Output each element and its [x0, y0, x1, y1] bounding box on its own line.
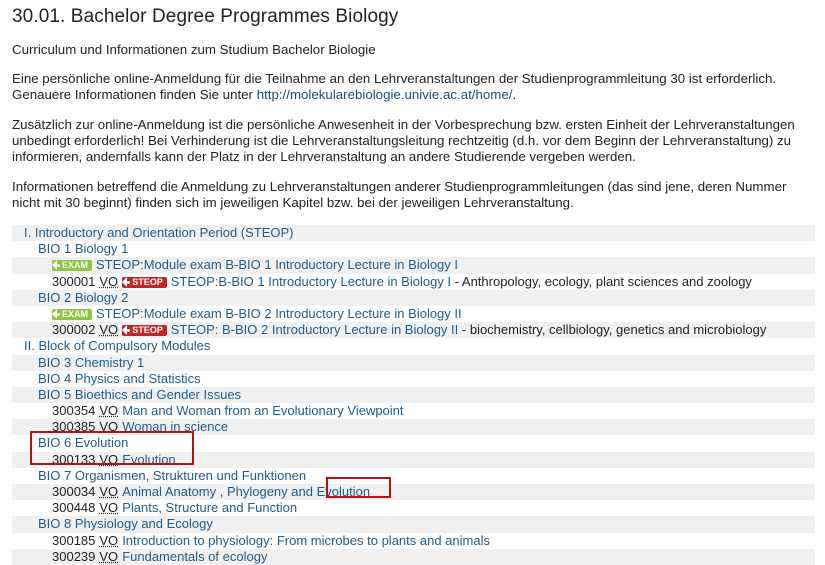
para2-line1: Zusätzlich zur online-Anmeldung ist die …	[12, 117, 795, 132]
course-link-300002[interactable]: STEOP: B-BIO 2 Introductory Lecture in B…	[171, 322, 459, 337]
intro-paragraph-registration: Eine persönliche online-Anmeldung für di…	[12, 71, 815, 103]
tree-module: BIO 4 Physics and Statistics	[12, 371, 815, 387]
para2-line3: informieren, andernfalls kann der Platz …	[12, 149, 636, 164]
course-number: 300002	[52, 322, 96, 338]
tree-module: BIO 8 Physiology and Ecology	[12, 516, 815, 533]
course-description: - biochemistry, cellbiology, genetics an…	[458, 322, 767, 338]
tree-section: II. Block of Compulsory Modules	[12, 338, 815, 354]
course-link-300354[interactable]: Man and Woman from an Evolutionary Viewp…	[122, 403, 403, 418]
course-number: 300239	[52, 548, 96, 564]
tree-module: BIO 1 Biology 1	[12, 241, 815, 257]
tree-course-row: 300034 VO Animal Anatomy , Phylogeny and E…	[12, 484, 815, 501]
course-number: 300448	[52, 500, 96, 516]
section-link-steop[interactable]: I. Introductory and Orientation Period (…	[24, 225, 294, 240]
intro-paragraph-attendance: Zusätzlich zur online-Anmeldung ist die …	[12, 117, 815, 165]
course-tree: I. Introductory and Orientation Period (…	[12, 225, 815, 565]
tree-module: BIO 2 Biology 2	[12, 289, 815, 306]
tree-module: BIO 3 Chemistry 1	[12, 354, 815, 371]
tree-exam-row: EXAM STEOP:Module exam B-BIO 1 Introducto…	[12, 257, 815, 274]
course-type-abbr: VO	[99, 532, 119, 548]
course-type-abbr: VO	[99, 500, 119, 516]
para1-prefix: Genauere Informationen finden Sie unter	[12, 87, 257, 102]
exam-link-bio2[interactable]: STEOP:Module exam B-BIO 2 Introductory L…	[96, 306, 462, 321]
course-description: - Anthropology, ecology, plant sciences …	[451, 273, 752, 289]
course-link-300185[interactable]: Introduction to physiology: From microbe…	[122, 533, 490, 548]
tree-course-row: 300185 VO Introduction to physiology: From…	[12, 533, 815, 549]
module-link-bio7[interactable]: BIO 7 Organismen, Strukturen und Funktio…	[38, 468, 306, 483]
steop-tag-icon: STEOP	[122, 276, 167, 288]
module-link-bio2[interactable]: BIO 2 Biology 2	[38, 290, 128, 305]
para1-line1: Eine persönliche online-Anmeldung für di…	[12, 71, 777, 86]
page-subtitle: Curriculum und Informationen zum Studium…	[12, 42, 376, 57]
tree-course-row: 300448 VO Plants, Structure and Function	[12, 500, 815, 516]
module-link-bio1[interactable]: BIO 1 Biology 1	[38, 241, 128, 256]
para2-line2: unbedingt erforderlich! Bei Verhinderung…	[12, 133, 792, 148]
exam-tag-icon: EXAM	[52, 308, 93, 320]
course-number: 300034	[52, 484, 96, 499]
course-link-part: Animal Anatomy , Phylogeny and	[122, 484, 317, 499]
course-link-300448[interactable]: Plants, Structure and Function	[122, 500, 297, 515]
page: 30.01. Bachelor Degree Programmes Biolog…	[0, 0, 825, 565]
course-link-300001[interactable]: STEOP:B-BIO 1 Introductory Lecture in Bi…	[171, 274, 451, 289]
tree-section: I. Introductory and Orientation Period (…	[12, 225, 815, 242]
tree-exam-row: EXAM STEOP:Module exam B-BIO 2 Introducto…	[12, 306, 815, 322]
course-type-abbr: VO	[99, 548, 119, 564]
module-link-bio5[interactable]: BIO 5 Bioethics and Gender Issues	[38, 387, 241, 402]
exam-tag-icon: EXAM	[52, 260, 93, 272]
highlight-box-bio6	[30, 431, 194, 465]
course-link-300239[interactable]: Fundamentals of ecology	[122, 549, 267, 564]
course-number: 300001	[52, 273, 96, 289]
para3-line1: Informationen betreffend die Anmeldung z…	[12, 179, 787, 194]
para3-line2: nicht mit 30 beginnt) finden sich im jew…	[12, 195, 574, 210]
course-number: 300185	[52, 532, 96, 548]
intro-paragraph-other-programmes: Informationen betreffend die Anmeldung z…	[12, 179, 815, 211]
tree-course-row: 300001 VO STEOP STEOP:B-BIO 1 Introductory …	[12, 274, 815, 290]
course-type-abbr: VO	[99, 273, 119, 289]
module-link-bio4[interactable]: BIO 4 Physics and Statistics	[38, 371, 201, 386]
steop-tag-icon: STEOP	[122, 325, 167, 337]
tree-course-row: 300002 VO STEOP STEOP: B-BIO 2 Introductory…	[12, 322, 815, 339]
tree-module: BIO 5 Bioethics and Gender Issues	[12, 386, 815, 404]
exam-link-bio1[interactable]: STEOP:Module exam B-BIO 1 Introductory L…	[96, 257, 458, 272]
course-type-abbr: VO	[99, 322, 119, 338]
course-number: 300354	[52, 403, 96, 419]
para1-suffix: .	[512, 87, 517, 102]
course-type-abbr: VO	[99, 403, 119, 419]
highlight-box-evolution-word	[326, 477, 391, 498]
page-title: 30.01. Bachelor Degree Programmes Biolog…	[12, 6, 399, 27]
section-link-compulsory[interactable]: II. Block of Compulsory Modules	[24, 338, 210, 353]
course-type-abbr: VO	[99, 484, 119, 499]
info-url-link[interactable]: http://molekularebiologie.univie.ac.at/h…	[257, 87, 513, 102]
module-link-bio8[interactable]: BIO 8 Physiology and Ecology	[38, 516, 213, 531]
tree-course-row: 300354 VO Man and Woman from an Evolutiona…	[12, 403, 815, 419]
tree-course-row: 300239 VO Fundamentals of ecology	[12, 548, 815, 565]
module-link-bio3[interactable]: BIO 3 Chemistry 1	[38, 355, 144, 370]
tree-module: BIO 7 Organismen, Strukturen und Funktio…	[12, 468, 815, 484]
